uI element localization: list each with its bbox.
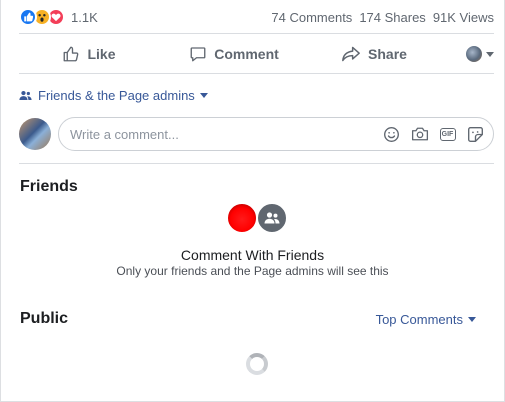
- friends-group-avatar: [256, 202, 288, 234]
- comment-field-container: GIF: [58, 117, 494, 151]
- share-button[interactable]: Share: [309, 36, 439, 72]
- comment-with-friends-heading: Comment With Friends: [180, 247, 325, 263]
- reaction-identity-selector[interactable]: [466, 46, 494, 62]
- loading-spinner-icon: [246, 353, 268, 375]
- smiley-icon[interactable]: [382, 125, 401, 144]
- chevron-down-icon: [199, 93, 208, 98]
- reaction-summary[interactable]: 1.1K: [19, 8, 98, 26]
- comment-sort-selector[interactable]: Top Comments: [376, 312, 476, 327]
- comment-sort-label: Top Comments: [375, 312, 463, 327]
- comment-audience-selector[interactable]: Friends & the Page admins: [19, 88, 208, 103]
- friends-avatars: [226, 202, 292, 234]
- views-count: 91K Views: [432, 9, 494, 25]
- sticker-icon[interactable]: [466, 125, 485, 144]
- comment-composer: GIF: [19, 116, 494, 152]
- like-button[interactable]: Like: [19, 36, 159, 72]
- like-reaction-icon: [19, 8, 37, 26]
- public-section-title: Public: [20, 310, 69, 327]
- avatar: [19, 118, 51, 150]
- comment-input[interactable]: [70, 126, 382, 142]
- comment-button[interactable]: Comment: [159, 36, 309, 72]
- gif-label: GIF: [439, 127, 456, 141]
- post-feedback-card: 1.1K 74 Comments 174 Shares 91K Views Li…: [0, 0, 505, 402]
- comments-count-link[interactable]: 74 Comments: [271, 10, 352, 25]
- share-arrow-icon: [342, 46, 360, 62]
- divider: [19, 73, 494, 74]
- comment-label: Comment: [214, 46, 279, 62]
- audience-label: Friends & the Page admins: [38, 88, 195, 103]
- avatar: [466, 46, 482, 62]
- divider: [19, 163, 494, 164]
- post-stats-row: 1.1K 74 Comments 174 Shares 91K Views: [19, 6, 494, 28]
- comment-with-friends-subtext: Only your friends and the Page admins wi…: [116, 264, 389, 278]
- share-label: Share: [368, 46, 407, 62]
- speech-bubble-icon: [190, 47, 206, 62]
- people-icon: [19, 90, 32, 100]
- people-icon: [264, 212, 280, 224]
- thumbs-up-icon: [64, 46, 79, 62]
- chevron-down-icon: [468, 317, 476, 322]
- shares-count-link[interactable]: 174 Shares: [359, 10, 426, 25]
- chevron-down-icon: [486, 51, 494, 57]
- reaction-count: 1.1K: [71, 9, 98, 25]
- like-label: Like: [87, 46, 116, 62]
- friend-avatar: [226, 202, 258, 234]
- gif-icon[interactable]: GIF: [438, 125, 457, 144]
- friends-section-title: Friends: [20, 178, 78, 195]
- camera-icon[interactable]: [410, 125, 429, 144]
- divider: [19, 33, 494, 34]
- post-action-bar: Like Comment Share: [19, 36, 494, 72]
